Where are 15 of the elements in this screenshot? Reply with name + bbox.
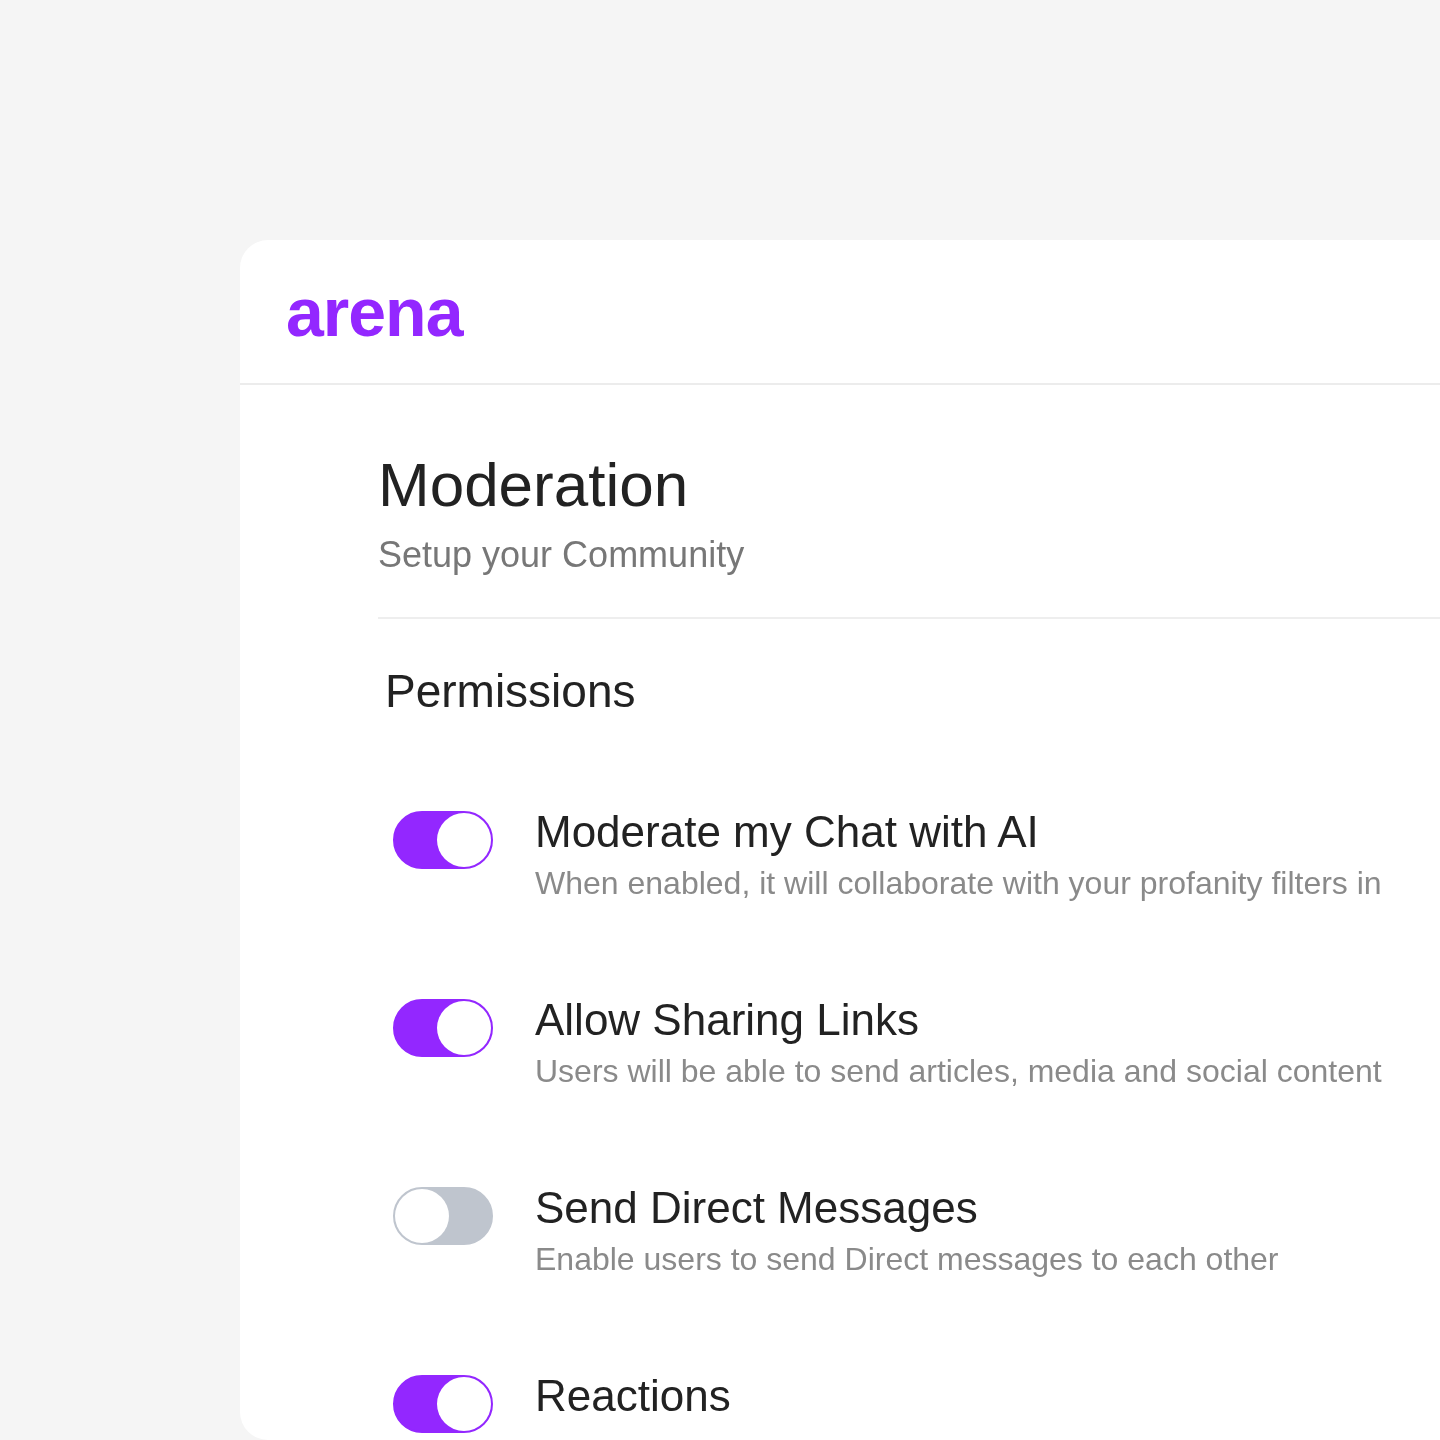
toggle-switch[interactable] bbox=[393, 999, 493, 1057]
section-title: Permissions bbox=[385, 664, 637, 719]
page-title: Moderation bbox=[378, 449, 690, 521]
toggle-switch[interactable] bbox=[393, 1375, 493, 1433]
setting-description: When enabled, it will collaborate with your profanity filters in bbox=[535, 864, 1382, 903]
setting-description: Enable users to send Direct messages to each other bbox=[535, 1240, 1279, 1279]
setting-title: Moderate my Chat with AI bbox=[535, 806, 1040, 858]
setting-title: Reactions bbox=[535, 1370, 731, 1422]
setting-title: Send Direct Messages bbox=[535, 1182, 979, 1234]
arena-logo: arena bbox=[286, 277, 463, 346]
setting-description: Users will be able to send articles, media and social content bbox=[535, 1052, 1382, 1091]
page-subtitle: Setup your Community bbox=[378, 533, 746, 577]
setting-title: Allow Sharing Links bbox=[535, 994, 920, 1046]
toggle-switch[interactable] bbox=[393, 811, 493, 869]
toggle-switch[interactable] bbox=[393, 1187, 493, 1245]
